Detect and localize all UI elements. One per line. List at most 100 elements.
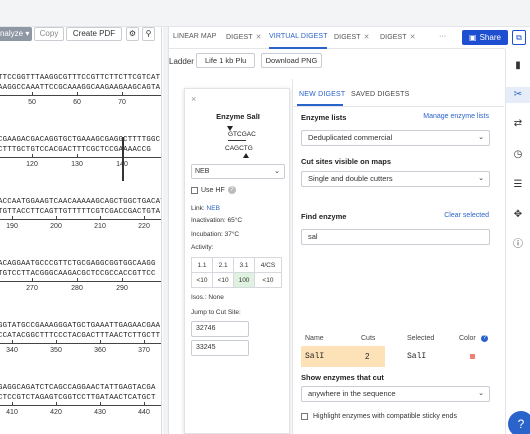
- close-icon[interactable]: ×: [191, 94, 196, 104]
- sequence-block[interactable]: GAGGCAGATCTCAGCCAGGAACTATTGAGTACGA CTCCGT…: [0, 383, 156, 403]
- activity-table: 1.1 2.1 3.1 4/CS <10 <10 100 <10: [190, 257, 283, 288]
- ruler-tick: [32, 154, 33, 158]
- activity-label: Activity:: [191, 244, 214, 251]
- share-button[interactable]: ▣ Share: [462, 30, 508, 45]
- clock-icon[interactable]: ◷: [506, 147, 530, 163]
- ruler-label: 220: [138, 223, 150, 230]
- sequence-block[interactable]: ACAGGAATGCCCGTTCTGCGAGGCGGTGGCAAGG TGTCCT…: [0, 259, 156, 279]
- ruler-label: 190: [6, 223, 18, 230]
- ruler-tick: [122, 278, 123, 282]
- checkbox[interactable]: [301, 413, 308, 420]
- activity-value: <10: [212, 272, 235, 288]
- more-tabs-icon[interactable]: ···: [439, 33, 446, 40]
- isoschizomers-text: Isos.: None: [191, 294, 224, 301]
- color-swatch[interactable]: [470, 354, 475, 359]
- ruler-label: 270: [26, 285, 38, 292]
- view-tabbar: LINEAR MAP DIGEST ✕ VIRTUAL DIGEST DIGEST…: [169, 27, 505, 49]
- ruler-tick: [100, 340, 101, 344]
- swap-icon[interactable]: ⇄: [506, 116, 530, 132]
- scissors-icon[interactable]: ✂: [506, 87, 530, 103]
- cut-sites-select[interactable]: Single and double cutters ⌄: [301, 171, 490, 187]
- bottom-strand: CTTTGCTGTCCACGACTTTCGCTCCGAAAACCG: [0, 146, 151, 154]
- ruler-label: 290: [116, 285, 128, 292]
- ladder-label: Ladder: [169, 57, 194, 66]
- sequence-block[interactable]: TTCCGGTTTAAGGCGTTTCCGTTCTTCTTCGTCAT AAGGC…: [0, 73, 160, 93]
- cut-site-button[interactable]: 32746: [191, 321, 249, 337]
- tab-linear-map[interactable]: LINEAR MAP: [173, 33, 216, 40]
- close-icon[interactable]: ✕: [410, 34, 416, 41]
- bottom-strand: TGTTACCTTCAGTTGTTTTTCGTCGACCGACTGTA: [0, 208, 161, 216]
- sequence-ruler: 340 350 360 370: [0, 340, 161, 355]
- tab-digest-2[interactable]: DIGEST ✕: [334, 33, 370, 41]
- enzyme-name: SalI: [305, 352, 325, 361]
- download-png-button[interactable]: Download PNG: [261, 53, 322, 68]
- bottom-strand: AAGGCCAAATTCCGCAAAGGCAAGAAGAAGCAGTA: [0, 84, 161, 92]
- ruler-label: 120: [26, 161, 38, 168]
- panel-toggle-icon[interactable]: ⧉: [512, 30, 526, 45]
- ruler-tick: [100, 402, 101, 406]
- share-icon: ▣: [469, 33, 477, 42]
- tab-digest-3[interactable]: DIGEST ✕: [380, 33, 416, 41]
- top-header: [0, 0, 530, 27]
- enzyme-cuts: 2: [365, 352, 370, 361]
- close-icon[interactable]: ✕: [364, 34, 370, 41]
- ruler-label: 280: [71, 285, 83, 292]
- ruler-label: 130: [71, 161, 83, 168]
- help-fab-button[interactable]: ?: [508, 411, 530, 434]
- ruler-tick: [144, 402, 145, 406]
- cut-line: [228, 140, 246, 141]
- zoom-icon[interactable]: ⚲: [142, 27, 155, 41]
- ruler-tick: [12, 402, 13, 406]
- site-bottom-strand: CAGCTG: [225, 145, 253, 152]
- enzyme-title: Enzyme SalI: [216, 112, 260, 121]
- ruler-tick: [12, 216, 13, 220]
- analyze-button[interactable]: Analyze ▾: [0, 27, 32, 41]
- ruler-label: 430: [94, 409, 106, 416]
- cut-sites-label: Cut sites visible on maps: [301, 157, 392, 166]
- tab-virtual-digest[interactable]: VIRTUAL DIGEST: [269, 33, 328, 40]
- ruler-tick: [122, 92, 123, 96]
- ruler-label: 420: [50, 409, 62, 416]
- neb-link[interactable]: NEB: [207, 205, 220, 212]
- top-strand: CGAAGACGACAGGTGCTGAAAGCGAGGCTTTTGGC: [0, 136, 161, 144]
- copy-button[interactable]: Copy: [34, 27, 64, 41]
- inactivation-text: Inactivation: 65°C: [191, 217, 243, 224]
- gear-icon[interactable]: ⚙: [126, 27, 139, 41]
- sequence-cursor: [122, 137, 124, 181]
- top-strand: ACAGGAATGCCCGTTCTGCGAGGCGGTGGCAAGG: [0, 260, 156, 268]
- sequence-block[interactable]: GGTATGCCGAAAGGGATGCTGAAATTGAGAACGAA CCATA…: [0, 321, 160, 341]
- ladder-select[interactable]: Life 1 kb Plu: [196, 53, 255, 68]
- ruler-tick: [32, 278, 33, 282]
- selected-enzyme[interactable]: SalI: [407, 352, 426, 361]
- tab-digest-1[interactable]: DIGEST ✕: [226, 33, 262, 41]
- tab-new-digest[interactable]: NEW DIGEST: [299, 91, 345, 98]
- create-pdf-button[interactable]: Create PDF: [66, 27, 122, 41]
- sequence-block[interactable]: CGAAGACGACAGGTGCTGAAAGCGAGGCTTTTGGC CTTTG…: [0, 135, 160, 155]
- buffer-select[interactable]: NEB ⌄: [191, 164, 285, 179]
- move-icon[interactable]: ✥: [506, 207, 530, 223]
- enzyme-row[interactable]: SalI 2: [301, 346, 385, 367]
- cut-site-button[interactable]: 33245: [191, 340, 249, 356]
- sequence-ruler: 120130140: [0, 154, 161, 169]
- help-icon[interactable]: ?: [481, 335, 488, 342]
- list-icon[interactable]: ☰: [506, 177, 530, 193]
- tab-saved-digests[interactable]: SAVED DIGESTS: [351, 91, 409, 98]
- close-icon[interactable]: ✕: [256, 34, 262, 41]
- sequence-block[interactable]: ACCAATGGAAGTCAACAAAAAGCAGCTGGCTGACAT TGTT…: [0, 197, 161, 217]
- enzyme-list-select[interactable]: Deduplicated commercial ⌄: [301, 130, 490, 146]
- chevron-down-icon: ⌄: [478, 175, 484, 182]
- use-hf-checkbox[interactable]: Use HF?: [191, 186, 236, 194]
- cut-marker-bottom: [243, 153, 249, 158]
- show-cut-select[interactable]: anywhere in the sequence ⌄: [301, 386, 490, 402]
- bookmark-icon[interactable]: ▮: [506, 58, 530, 74]
- bottom-strand: CCATACGGCTTTCCCTACGACTTTAACTCTTGCTT: [0, 332, 161, 340]
- ruler-tick: [77, 278, 78, 282]
- info-icon[interactable]: ⓘ: [506, 237, 530, 253]
- ruler-tick: [77, 154, 78, 158]
- manage-lists-link[interactable]: Manage enzyme lists: [423, 113, 489, 120]
- enzyme-search-input[interactable]: sal: [301, 229, 490, 245]
- highlight-sticky-checkbox[interactable]: Highlight enzymes with compatible sticky…: [301, 413, 457, 420]
- checkbox[interactable]: [191, 186, 198, 194]
- help-icon[interactable]: ?: [227, 186, 236, 194]
- clear-selected-link[interactable]: Clear selected: [444, 212, 489, 219]
